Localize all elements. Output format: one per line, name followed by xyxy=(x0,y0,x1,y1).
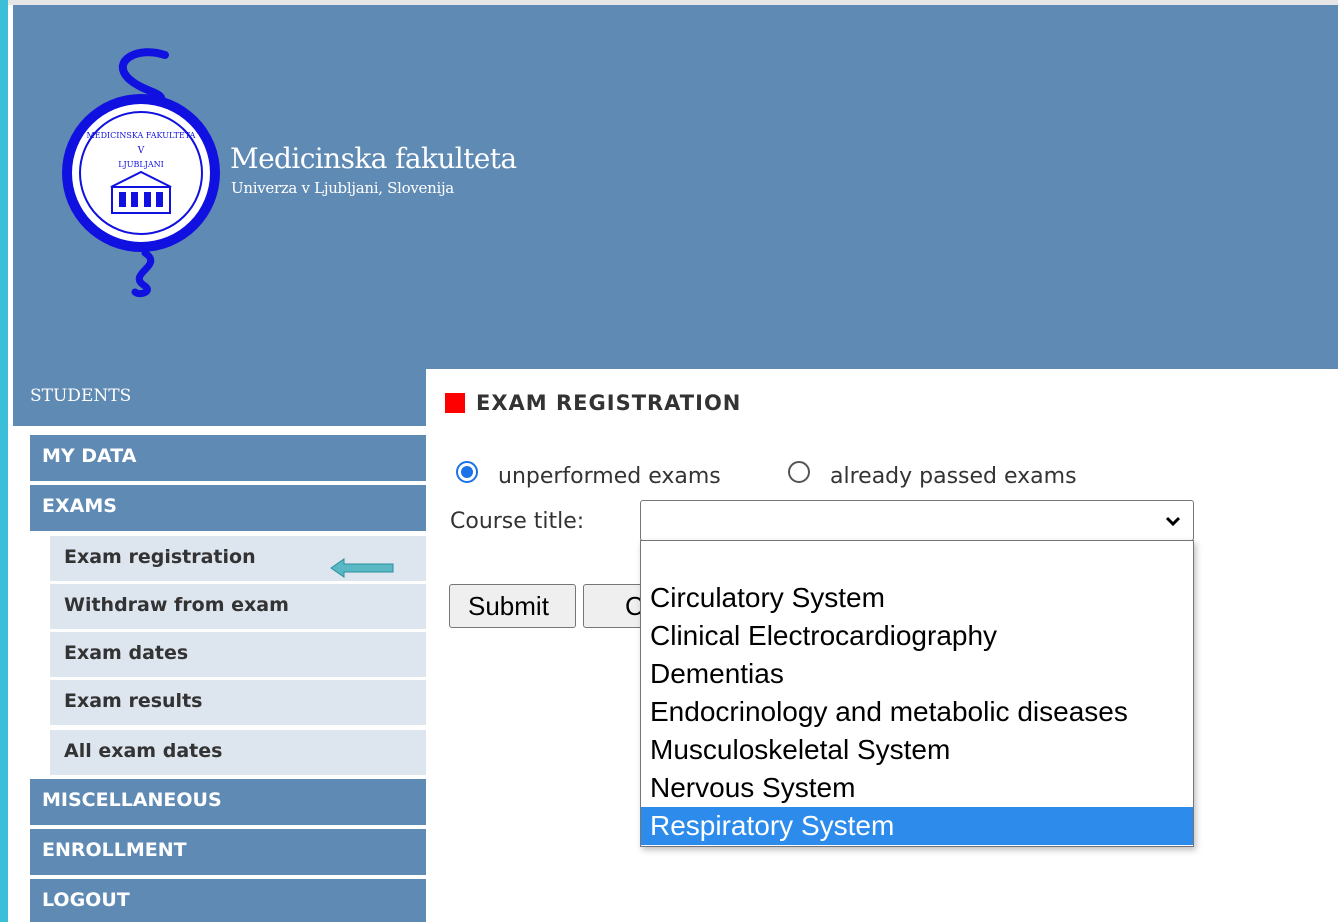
sidebar-item-exams[interactable]: EXAMS xyxy=(30,485,426,531)
sidebar-item-exam-dates[interactable]: Exam dates xyxy=(50,632,426,677)
logo-text-city: LJUBLJANI xyxy=(118,160,164,169)
radio-unperformed-label[interactable]: unperformed exams xyxy=(498,464,721,489)
logo-text-top: MEDICINSKA FAKULTETA xyxy=(87,131,196,140)
sidebar-item-exam-results[interactable]: Exam results xyxy=(50,680,426,725)
dropdown-option-musculoskeletal-system[interactable]: Musculoskeletal System xyxy=(641,731,1193,769)
sidebar-item-enrollment[interactable]: ENROLLMENT xyxy=(30,829,426,875)
site-header: MEDICINSKA FAKULTETA V LJUBLJANI Medicin… xyxy=(13,5,1338,369)
left-accent-bar xyxy=(0,0,8,922)
brand-subtitle: Univerza v Ljubljani, Slovenija xyxy=(231,179,454,197)
main-content: EXAM REGISTRATION unperformed exams alre… xyxy=(426,369,1338,922)
arrow-left-icon xyxy=(330,558,394,578)
course-title-label: Course title: xyxy=(450,509,585,534)
radio-passed-label[interactable]: already passed exams xyxy=(830,464,1077,489)
sidebar: STUDENTS MY DATA EXAMS Exam registration… xyxy=(13,369,426,922)
page-title: EXAM REGISTRATION xyxy=(476,391,742,415)
dropdown-option-empty[interactable] xyxy=(641,541,1193,579)
chevron-down-icon xyxy=(1165,516,1181,527)
course-dropdown-list[interactable]: Circulatory System Clinical Electrocardi… xyxy=(640,540,1194,847)
dropdown-option-circulatory-system[interactable]: Circulatory System xyxy=(641,579,1193,617)
dropdown-option-endocrinology[interactable]: Endocrinology and metabolic diseases xyxy=(641,693,1193,731)
dropdown-option-respiratory-system[interactable]: Respiratory System xyxy=(641,807,1193,845)
logo-seal-icon[interactable]: MEDICINSKA FAKULTETA V LJUBLJANI xyxy=(53,40,228,300)
sidebar-heading: STUDENTS xyxy=(13,369,426,426)
sidebar-item-all-exam-dates[interactable]: All exam dates xyxy=(50,730,426,775)
title-marker xyxy=(445,393,465,413)
dropdown-option-dementias[interactable]: Dementias xyxy=(641,655,1193,693)
dropdown-option-clinical-electrocardiography[interactable]: Clinical Electrocardiography xyxy=(641,617,1193,655)
brand-name: Medicinska fakulteta xyxy=(230,142,517,175)
sidebar-item-miscellaneous[interactable]: MISCELLANEOUS xyxy=(30,779,426,825)
submit-button[interactable]: Submit xyxy=(449,584,576,628)
course-title-select[interactable] xyxy=(640,500,1194,541)
dropdown-option-nervous-system[interactable]: Nervous System xyxy=(641,769,1193,807)
radio-unperformed-exams[interactable] xyxy=(456,461,478,483)
sidebar-item-logout[interactable]: LOGOUT xyxy=(30,879,426,922)
sidebar-item-withdraw-from-exam[interactable]: Withdraw from exam xyxy=(50,584,426,629)
sidebar-item-my-data[interactable]: MY DATA xyxy=(30,435,426,481)
logo-text-v: V xyxy=(137,146,145,156)
radio-already-passed-exams[interactable] xyxy=(788,461,810,483)
